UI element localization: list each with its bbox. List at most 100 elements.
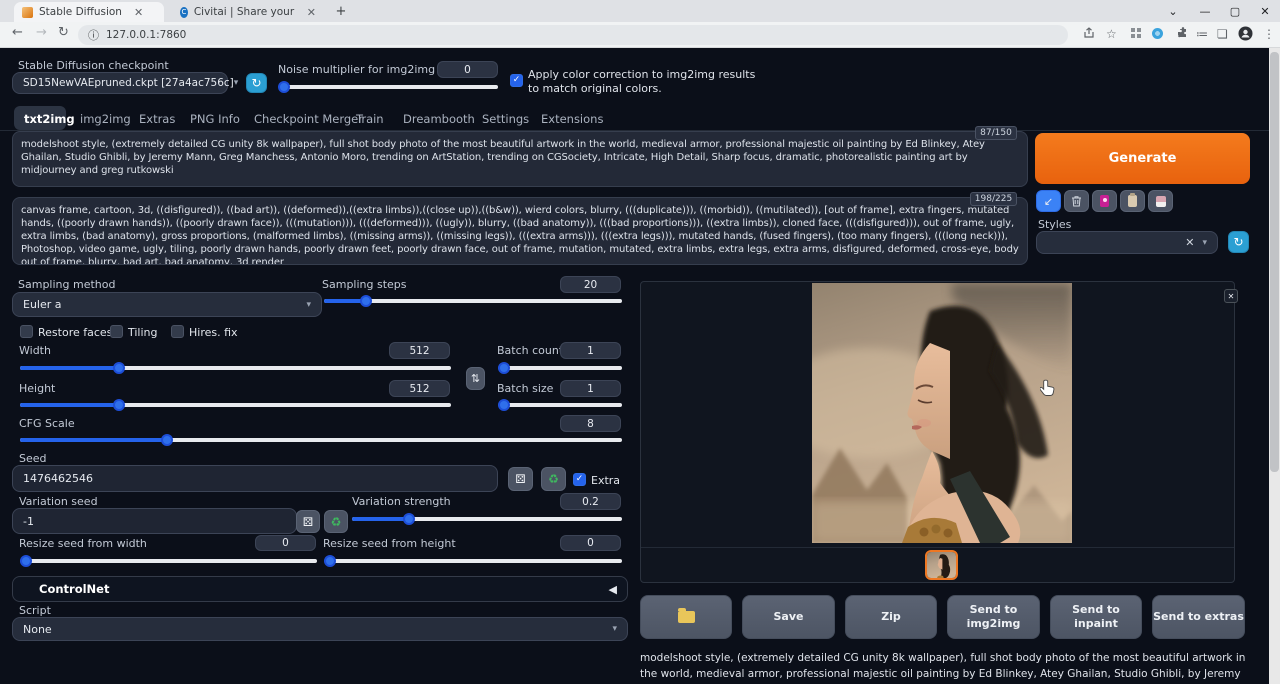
tab-img2img[interactable]: img2img	[80, 112, 131, 126]
slider-handle[interactable]	[498, 362, 510, 374]
tab-dreambooth[interactable]: Dreambooth	[403, 112, 475, 126]
window-minimize-icon[interactable]: —	[1190, 0, 1220, 22]
slider-handle[interactable]	[113, 399, 125, 411]
batch-count-slider[interactable]	[498, 366, 622, 370]
styles-dropdown[interactable]: ✕ ▾	[1036, 231, 1218, 254]
back-icon[interactable]: ←	[12, 25, 23, 40]
gallery-thumbnail-selected[interactable]	[925, 550, 958, 580]
height-slider[interactable]	[20, 403, 451, 407]
random-variation-seed-button[interactable]: ⚄	[296, 510, 320, 533]
reuse-seed-button[interactable]: ♻	[541, 467, 566, 491]
send-to-inpaint-button[interactable]: Send to inpaint	[1050, 595, 1142, 639]
slider-handle[interactable]	[324, 555, 336, 567]
reuse-variation-seed-button[interactable]: ♻	[324, 510, 348, 533]
hires-fix-checkbox[interactable]	[171, 325, 184, 338]
forward-icon[interactable]: →	[36, 25, 47, 40]
save-button[interactable]: Save	[742, 595, 835, 639]
tab-extras[interactable]: Extras	[139, 112, 175, 126]
extra-networks-button[interactable]	[1092, 190, 1117, 212]
window-chevron-icon[interactable]: ⌄	[1158, 0, 1188, 22]
side-panel-icon[interactable]: ❏	[1217, 27, 1228, 41]
url-bar[interactable]: ⓘ 127.0.0.1:7860	[78, 25, 1068, 45]
tab-extensions[interactable]: Extensions	[541, 112, 603, 126]
save-style-button[interactable]	[1148, 190, 1173, 212]
refresh-checkpoints-button[interactable]: ↻	[246, 73, 267, 93]
generate-button[interactable]: Generate	[1035, 133, 1250, 184]
controlnet-accordion[interactable]: ControlNet ◀	[12, 576, 628, 602]
close-gallery-button[interactable]: ✕	[1224, 289, 1238, 303]
new-tab-button[interactable]: +	[332, 2, 350, 20]
slider-handle[interactable]	[161, 434, 173, 446]
batch-count-value[interactable]: 1	[560, 342, 621, 359]
window-maximize-icon[interactable]: ▢	[1220, 0, 1250, 22]
reload-icon[interactable]: ↻	[58, 25, 69, 40]
sampling-steps-value[interactable]: 20	[560, 276, 621, 293]
seed-input[interactable]: 1476462546	[12, 465, 498, 492]
checkpoint-dropdown[interactable]: SD15NewVAEpruned.ckpt [27a4ac756c] ▾	[12, 72, 228, 94]
variation-strength-slider[interactable]	[352, 517, 622, 521]
tab-txt2img[interactable]: txt2img	[24, 112, 75, 126]
extra-seed-checkbox[interactable]: ✓	[573, 473, 586, 486]
slider-handle[interactable]	[403, 513, 415, 525]
slider-handle[interactable]	[20, 555, 32, 567]
slider-handle[interactable]	[278, 81, 290, 93]
script-dropdown[interactable]: None ▾	[12, 617, 628, 641]
resize-seed-height-value[interactable]: 0	[560, 535, 621, 551]
extension-grid-icon[interactable]	[1130, 27, 1142, 42]
extensions-puzzle-icon[interactable]	[1176, 27, 1188, 42]
sampling-steps-slider[interactable]	[324, 299, 622, 303]
cfg-scale-value[interactable]: 8	[560, 415, 621, 432]
noise-multiplier-value[interactable]: 0	[437, 61, 498, 78]
generated-image[interactable]	[812, 283, 1072, 543]
send-to-img2img-button[interactable]: Send to img2img	[947, 595, 1040, 639]
negative-prompt-textarea[interactable]: canvas frame, cartoon, 3d, ((disfigured)…	[12, 197, 1028, 265]
slider-handle[interactable]	[498, 399, 510, 411]
sampling-method-dropdown[interactable]: Euler a ▾	[12, 292, 322, 317]
height-value[interactable]: 512	[389, 380, 450, 397]
tab-train[interactable]: Train	[356, 112, 384, 126]
random-seed-button[interactable]: ⚄	[508, 467, 533, 491]
browser-tab-civitai[interactable]: C Civitai | Share your models ✕	[172, 2, 324, 22]
zip-button[interactable]: Zip	[845, 595, 937, 639]
browser-menu-icon[interactable]: ⋮	[1263, 27, 1275, 41]
reading-list-icon[interactable]: ≔	[1196, 27, 1208, 41]
width-slider[interactable]	[20, 366, 451, 370]
prompt-textarea[interactable]: modelshoot style, (extremely detailed CG…	[12, 131, 1028, 187]
batch-size-value[interactable]: 1	[560, 380, 621, 397]
swap-width-height-button[interactable]: ⇅	[466, 367, 485, 390]
send-to-extras-button[interactable]: Send to extras	[1152, 595, 1245, 639]
slider-handle[interactable]	[360, 295, 372, 307]
browser-tab-stable-diffusion[interactable]: Stable Diffusion ✕	[14, 2, 164, 22]
tiling-checkbox[interactable]	[110, 325, 123, 338]
clear-prompt-button[interactable]	[1064, 190, 1089, 212]
paste-generation-params-button[interactable]: ↙	[1036, 190, 1061, 212]
color-correction-checkbox[interactable]: ✓	[510, 74, 523, 87]
slider-handle[interactable]	[113, 362, 125, 374]
window-close-icon[interactable]: ✕	[1250, 0, 1280, 22]
profile-avatar[interactable]	[1238, 26, 1253, 44]
variation-strength-value[interactable]: 0.2	[560, 493, 621, 510]
variation-seed-input[interactable]: -1	[12, 508, 297, 534]
refresh-styles-button[interactable]: ↻	[1228, 231, 1249, 253]
width-value[interactable]: 512	[389, 342, 450, 359]
resize-seed-width-slider[interactable]	[20, 559, 317, 563]
tab-png-info[interactable]: PNG Info	[190, 112, 240, 126]
close-tab-icon[interactable]: ✕	[307, 6, 316, 19]
bookmark-star-icon[interactable]: ☆	[1106, 27, 1117, 41]
noise-multiplier-slider[interactable]	[282, 85, 498, 89]
cfg-scale-slider[interactable]	[20, 438, 622, 442]
tab-checkpoint-merger[interactable]: Checkpoint Merger	[254, 112, 363, 126]
resize-seed-height-slider[interactable]	[324, 559, 622, 563]
clear-styles-icon[interactable]: ✕	[1185, 236, 1194, 249]
site-info-icon[interactable]: ⓘ	[88, 27, 99, 43]
apply-styles-button[interactable]	[1120, 190, 1145, 212]
extension-blue-icon[interactable]	[1152, 28, 1163, 39]
restore-faces-checkbox[interactable]	[20, 325, 33, 338]
tab-settings[interactable]: Settings	[482, 112, 529, 126]
open-folder-button[interactable]	[640, 595, 732, 639]
resize-seed-width-value[interactable]: 0	[255, 535, 316, 551]
batch-size-slider[interactable]	[498, 403, 622, 407]
close-tab-icon[interactable]: ✕	[134, 6, 143, 19]
share-icon[interactable]	[1083, 27, 1095, 42]
scrollbar-thumb[interactable]	[1270, 52, 1279, 472]
